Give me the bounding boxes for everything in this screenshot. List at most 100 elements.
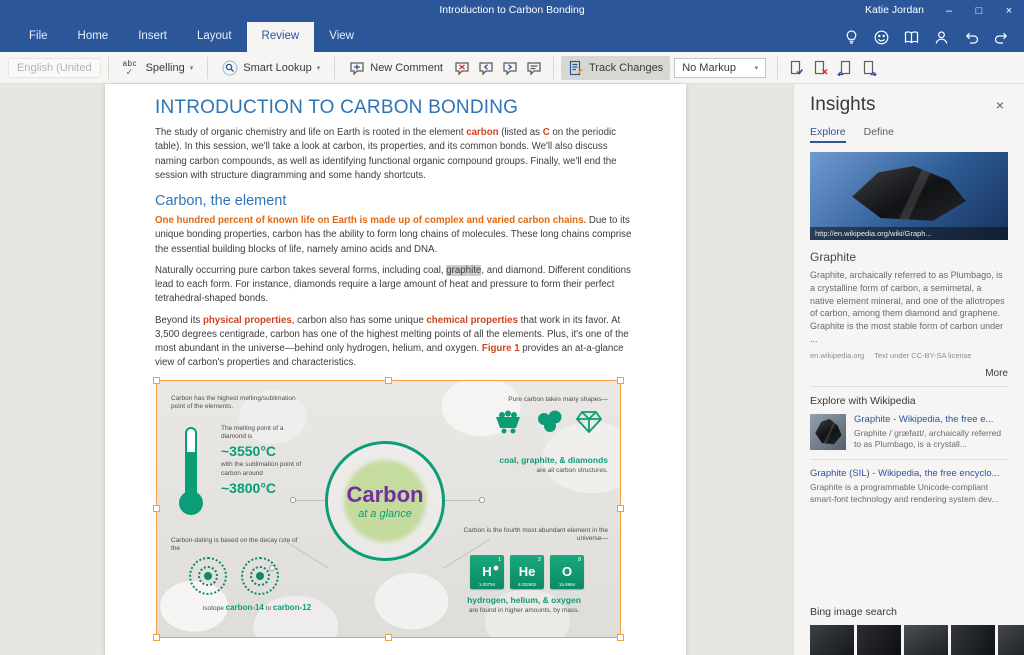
spelling-label: Spelling (145, 61, 185, 74)
titlebar: Introduction to Carbon Bonding Katie Jor… (0, 0, 1024, 22)
term-c-symbol: C (542, 127, 550, 138)
term-physical-properties: physical properties (202, 314, 292, 326)
spelling-button[interactable]: abc ✓ Spelling ▾ (116, 56, 201, 80)
element-cell-helium: 2 He 4.002602 (510, 554, 544, 589)
next-change-button[interactable] (857, 56, 881, 80)
tab-layout[interactable]: Layout (182, 22, 247, 52)
melting-note: Carbon has the highest melting/sublimati… (171, 394, 296, 411)
tab-review[interactable]: Review (246, 22, 315, 52)
show-comments-icon (527, 61, 541, 76)
bing-image-thumbnail[interactable] (951, 625, 995, 655)
text-run: Beyond its (155, 314, 203, 326)
carbon-12-diagram (241, 556, 279, 595)
lightbulb-icon[interactable] (843, 29, 860, 46)
maximize-button[interactable]: □ (964, 0, 994, 22)
more-link[interactable]: More (810, 368, 1008, 379)
ribbon-command-bar: English (United abc ✓ Spelling ▾ Smart Lo… (0, 52, 1024, 84)
bing-image-thumbnail[interactable] (857, 625, 901, 655)
ribbon-tab-row: File Home Insert Layout Review View (0, 22, 1024, 52)
graphite-hero-image[interactable]: http://en.wikipedia.org/wiki/Graph... (810, 152, 1008, 240)
element-cell-oxygen: 8 O 15.9994 (550, 554, 584, 589)
isotope-labels: isotope carbon-14 to carbon-12 (167, 603, 347, 612)
bing-image-thumbnail[interactable] (904, 625, 948, 655)
carbon-infographic-figure[interactable]: Carbon has the highest melting/sublimati… (153, 376, 624, 641)
next-comment-button[interactable] (498, 56, 522, 80)
new-comment-button[interactable]: New Comment (342, 56, 450, 80)
delete-comment-button[interactable] (450, 56, 474, 80)
tab-view[interactable]: View (314, 22, 369, 52)
diamond-icon (575, 410, 603, 433)
tab-insert[interactable]: Insert (123, 22, 182, 52)
person-icon[interactable] (933, 29, 950, 46)
element-symbol: He (518, 563, 536, 579)
smiley-icon[interactable] (873, 29, 890, 46)
shapes-sub-label: are all carbon structures. (536, 466, 608, 474)
graphite-rock-image (852, 166, 966, 221)
tab-define[interactable]: Define (864, 126, 894, 143)
doc-paragraph-1: The study of organic chemistry and life … (155, 126, 636, 183)
selection-handle[interactable] (617, 633, 624, 641)
bing-image-thumbnail[interactable] (810, 625, 854, 655)
account-name[interactable]: Katie Jordan (865, 4, 924, 16)
atomic-number: 1 (497, 556, 501, 563)
smart-lookup-label: Smart Lookup (243, 61, 312, 74)
bing-section-header: Bing image search (810, 606, 897, 618)
track-changes-button[interactable]: Track Changes (561, 55, 671, 80)
window-controls: – □ × (934, 0, 1024, 22)
delete-comment-icon (455, 61, 469, 76)
result-title-link[interactable]: Graphite (SIL) - Wikipedia, the free enc… (810, 468, 1008, 479)
doc-paragraph-3: Naturally occurring pure carbon takes se… (155, 264, 636, 307)
proofing-language-button[interactable]: English (United (8, 57, 101, 78)
selection-handle[interactable] (617, 376, 624, 384)
tab-home[interactable]: Home (63, 22, 124, 52)
lead-sentence: One hundred percent of known life on Ear… (155, 215, 587, 226)
close-icon[interactable]: × (992, 95, 1008, 115)
separator (553, 56, 554, 79)
accept-change-button[interactable] (785, 56, 809, 80)
result-thumbnail (810, 413, 846, 450)
doc-paragraph-4: Beyond its physical properties, carbon a… (155, 314, 636, 371)
result-title-link[interactable]: Graphite - Wikipedia, the free e... (854, 414, 1008, 425)
carbon-center-badge: Carbon at a glance (325, 440, 445, 561)
markup-dropdown[interactable]: No Markup ▾ (674, 57, 767, 78)
new-comment-label: New Comment (370, 61, 443, 74)
reject-change-button[interactable] (809, 56, 833, 80)
selection-handle[interactable] (153, 504, 160, 512)
text-run: The study of organic chemistry and life … (155, 127, 467, 138)
atomic-mass: 15.9994 (558, 581, 576, 587)
wiki-result-1[interactable]: Graphite - Wikipedia, the free e... Grap… (810, 413, 1008, 452)
previous-change-button[interactable] (833, 56, 857, 80)
redo-icon[interactable] (993, 29, 1010, 46)
highlighted-word-graphite[interactable]: graphite (446, 264, 482, 276)
smart-lookup-button[interactable]: Smart Lookup ▾ (215, 56, 327, 80)
close-button[interactable]: × (994, 0, 1024, 22)
card-source-link[interactable]: en.wikipedia.org (810, 351, 864, 360)
selection-handle[interactable] (617, 504, 624, 512)
tab-explore[interactable]: Explore (810, 126, 846, 143)
result-snippet: Graphite is a programmable Unicode-compl… (810, 482, 999, 505)
melting-point-block: The melting point of a diamond is ~3550°… (221, 425, 317, 498)
bing-image-thumbnail[interactable] (998, 625, 1024, 655)
wiki-result-2[interactable]: Graphite (SIL) - Wikipedia, the free enc… (810, 468, 1008, 506)
selection-handle[interactable] (384, 633, 392, 641)
abundance-note: Carbon is the fourth most abundant eleme… (463, 526, 608, 543)
carbon-14-label: carbon-14 (225, 602, 264, 612)
tab-file[interactable]: File (14, 22, 63, 52)
atomic-mass: 4.002602 (517, 581, 537, 587)
document-canvas: INTRODUCTION TO CARBON BONDING The study… (0, 84, 1024, 655)
element-symbol: H (482, 563, 492, 579)
carbon-title: Carbon (346, 481, 424, 507)
minimize-button[interactable]: – (934, 0, 964, 22)
document-page[interactable]: INTRODUCTION TO CARBON BONDING The study… (105, 84, 686, 655)
reject-change-icon (815, 60, 828, 75)
elements-sub-label: are found in higher amounts, by mass. (468, 606, 580, 614)
separator (207, 56, 209, 79)
selection-handle[interactable] (384, 376, 392, 384)
atomic-number: 2 (537, 556, 541, 563)
show-comments-button[interactable] (522, 56, 546, 80)
previous-comment-button[interactable] (474, 56, 498, 80)
undo-icon[interactable] (963, 29, 980, 46)
selection-handle[interactable] (153, 633, 160, 641)
read-mode-book-icon[interactable] (903, 29, 920, 46)
selection-handle[interactable] (153, 376, 160, 384)
